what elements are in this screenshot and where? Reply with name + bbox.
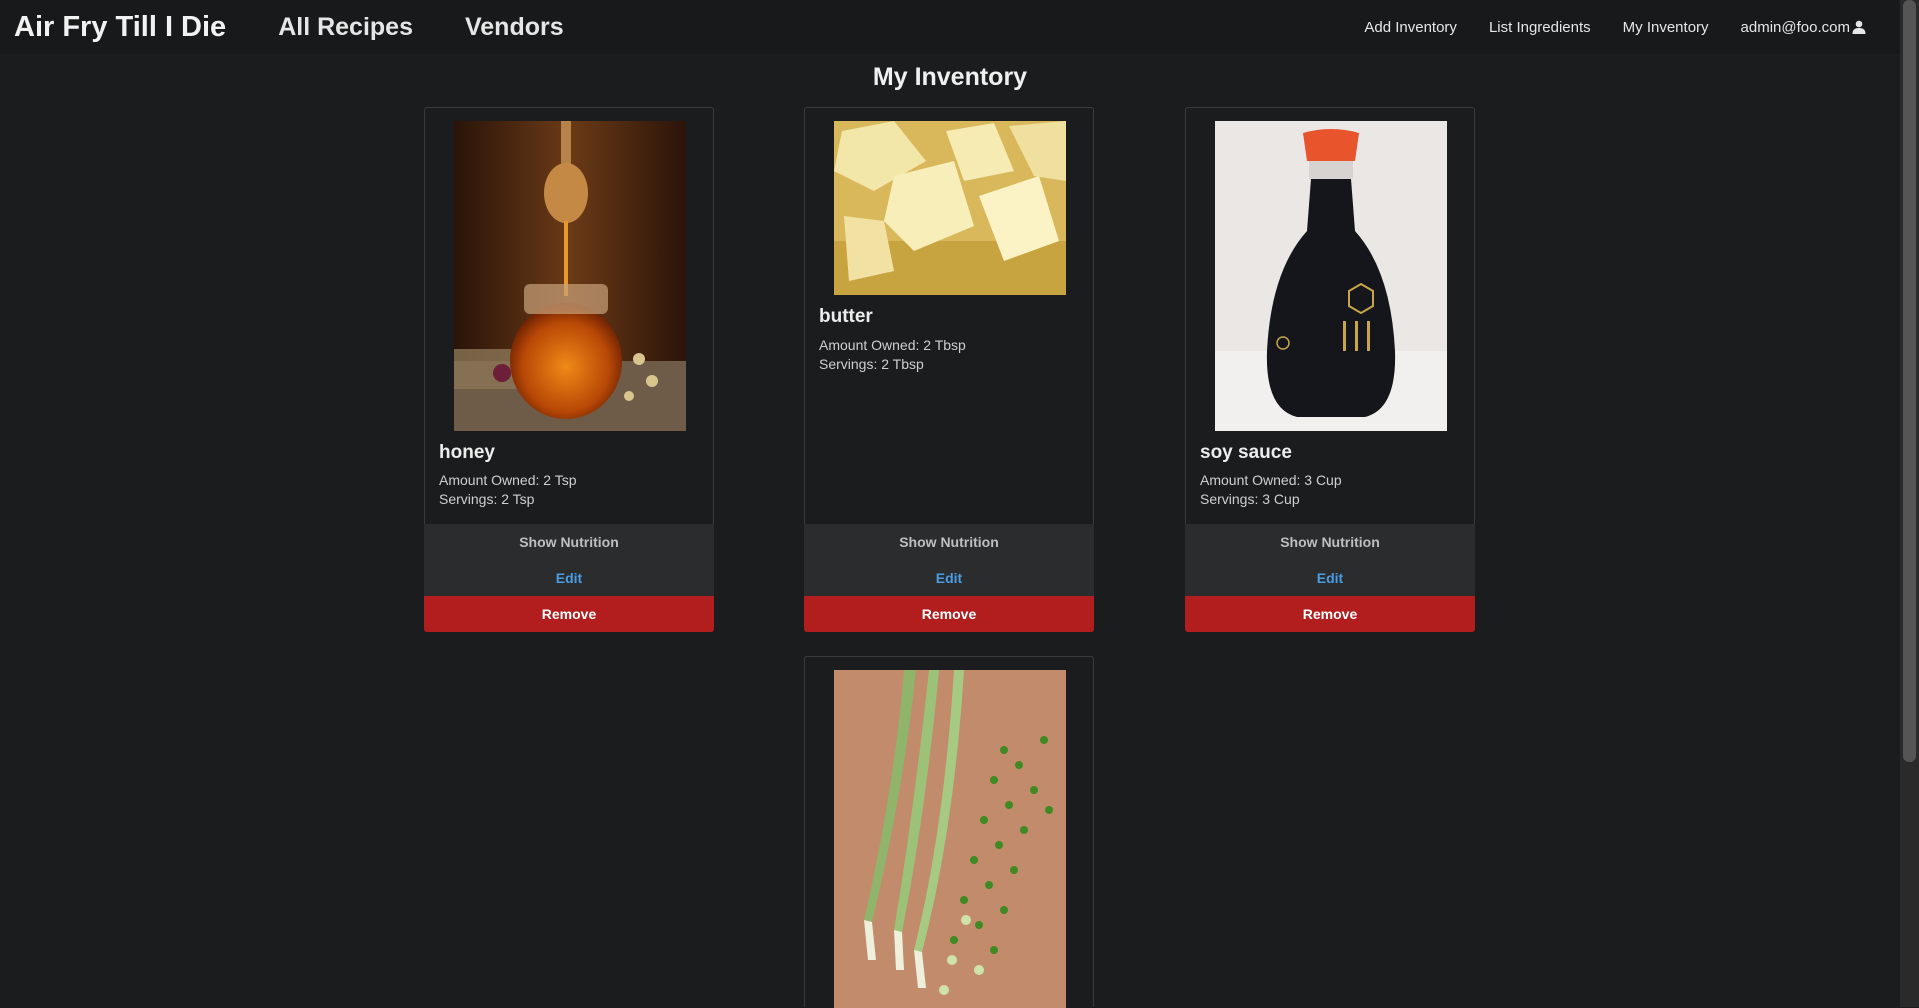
- inventory-card-soy-sauce: soy sauce Amount Owned: 3 Cup Servings: …: [1185, 107, 1475, 632]
- remove-button[interactable]: Remove: [804, 596, 1094, 632]
- remove-button[interactable]: Remove: [1185, 596, 1475, 632]
- nav-list-ingredients[interactable]: List Ingredients: [1489, 19, 1591, 36]
- card-actions: Show Nutrition Edit Remove: [424, 524, 714, 632]
- inventory-card-green-onions: [804, 656, 1094, 1008]
- nav-add-inventory[interactable]: Add Inventory: [1364, 19, 1457, 36]
- top-navbar: Air Fry Till I Die All Recipes Vendors A…: [0, 0, 1900, 54]
- edit-button[interactable]: Edit: [804, 560, 1094, 596]
- remove-button[interactable]: Remove: [424, 596, 714, 632]
- nav-right-group: Add Inventory List Ingredients My Invent…: [1332, 0, 1866, 54]
- honey-jar-photo: [454, 121, 686, 431]
- inventory-card-honey: honey Amount Owned: 2 Tsp Servings: 2 Ts…: [424, 107, 714, 632]
- show-nutrition-button[interactable]: Show Nutrition: [424, 524, 714, 560]
- servings: Servings: 2 Tbsp: [819, 356, 924, 372]
- user-email: admin@foo.com: [1740, 18, 1850, 36]
- butter-cubes-photo: [834, 121, 1066, 295]
- servings: Servings: 2 Tsp: [439, 491, 535, 507]
- inventory-card-butter: butter Amount Owned: 2 Tbsp Servings: 2 …: [804, 107, 1094, 632]
- page-title: My Inventory: [872, 63, 1028, 91]
- green-onions-photo: [834, 670, 1066, 1008]
- card-actions: Show Nutrition Edit Remove: [804, 524, 1094, 632]
- user-icon: [1852, 20, 1866, 34]
- ingredient-name: soy sauce: [1200, 442, 1292, 463]
- nav-my-inventory[interactable]: My Inventory: [1623, 19, 1709, 36]
- servings: Servings: 3 Cup: [1200, 491, 1300, 507]
- soy-sauce-bottle-photo: [1215, 121, 1447, 431]
- nav-vendors[interactable]: Vendors: [465, 13, 564, 42]
- ingredient-name: butter: [819, 306, 873, 327]
- amount-owned: Amount Owned: 2 Tbsp: [819, 337, 966, 353]
- card-actions: Show Nutrition Edit Remove: [1185, 524, 1475, 632]
- show-nutrition-button[interactable]: Show Nutrition: [1185, 524, 1475, 560]
- amount-owned: Amount Owned: 3 Cup: [1200, 472, 1342, 488]
- nav-all-recipes[interactable]: All Recipes: [278, 13, 413, 42]
- show-nutrition-button[interactable]: Show Nutrition: [804, 524, 1094, 560]
- brand-link[interactable]: Air Fry Till I Die: [14, 11, 226, 44]
- edit-button[interactable]: Edit: [424, 560, 714, 596]
- ingredient-name: honey: [439, 442, 495, 463]
- scrollbar-thumb[interactable]: [1903, 0, 1916, 762]
- amount-owned: Amount Owned: 2 Tsp: [439, 472, 577, 488]
- edit-button[interactable]: Edit: [1185, 560, 1475, 596]
- user-menu[interactable]: admin@foo.com: [1741, 19, 1866, 36]
